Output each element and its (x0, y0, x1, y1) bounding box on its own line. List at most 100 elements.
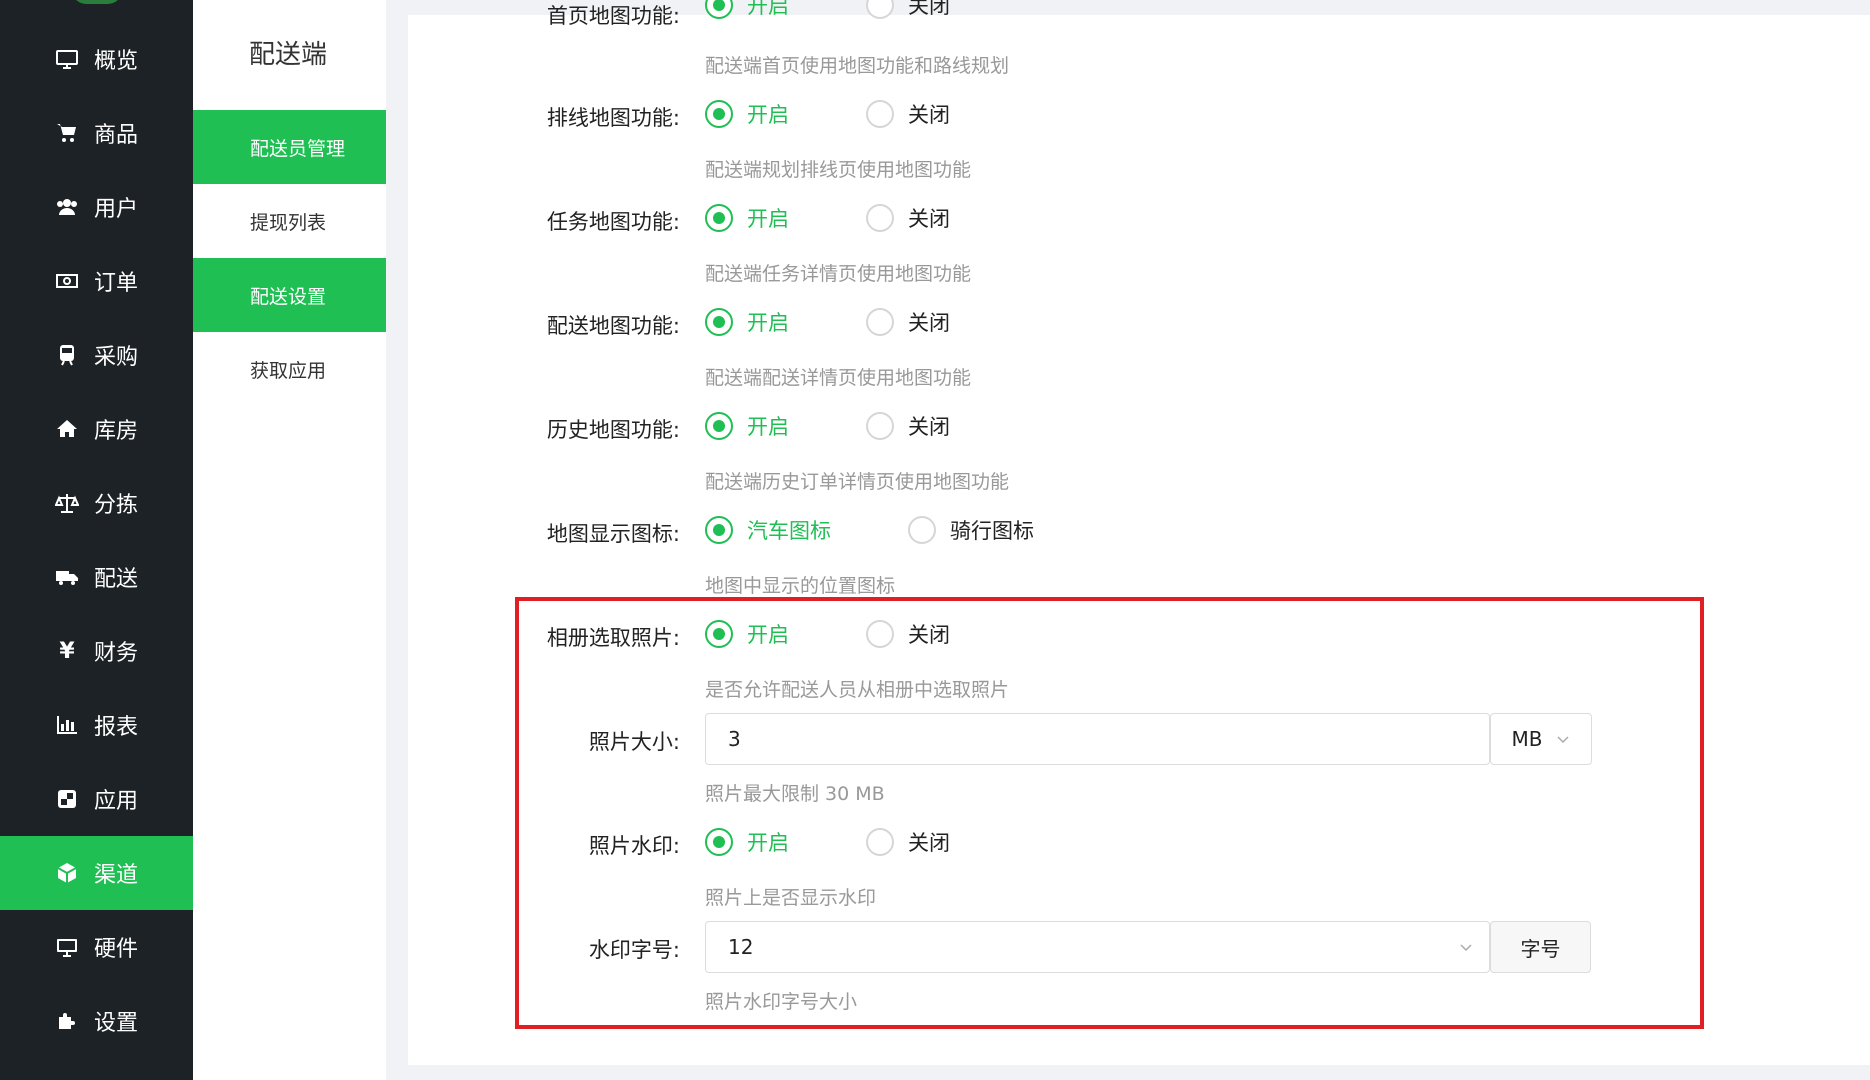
radio-circle (866, 412, 894, 440)
radio-label: 开启 (747, 623, 789, 647)
money-icon (54, 268, 80, 294)
radio-task-map-on[interactable]: 开启 (705, 203, 789, 233)
cube-icon (54, 860, 80, 886)
hint-text: 地图中显示的位置图标 (705, 575, 896, 597)
subnav-item-withdrawal-list[interactable]: 提现列表 (193, 184, 386, 258)
sidebar-item-apps[interactable]: 应用 (0, 762, 193, 836)
radio-circle (866, 828, 894, 856)
font-size-select[interactable]: 12 (705, 921, 1490, 973)
font-size-addon: 字号 (1490, 921, 1591, 973)
radio-circle (866, 0, 894, 19)
hint-text: 照片最大限制 30 MB (705, 783, 885, 805)
sidebar-item-settings[interactable]: 设置 (0, 984, 193, 1058)
scale-icon (54, 490, 80, 516)
form-label-photo-size: 照片大小: (588, 730, 680, 754)
radio-label: 汽车图标 (747, 519, 831, 543)
radio-car-icon[interactable]: 汽车图标 (705, 515, 831, 545)
sidebar-item-reports[interactable]: 报表 (0, 688, 193, 762)
radio-watermark-on[interactable]: 开启 (705, 827, 789, 857)
radio-circle (705, 100, 733, 128)
yen-icon: ¥ (59, 638, 75, 664)
form-label-font-size: 水印字号: (588, 938, 680, 962)
radio-delivery-map-off[interactable]: 关闭 (866, 307, 950, 337)
radio-circle (705, 204, 733, 232)
radio-bike-icon[interactable]: 骑行图标 (908, 515, 1034, 545)
sidebar-item-purchase[interactable]: 采购 (0, 318, 193, 392)
radio-route-map-on[interactable]: 开启 (705, 99, 789, 129)
radio-label: 关闭 (908, 831, 950, 855)
cart-icon (54, 120, 80, 146)
sidebar-item-label: 商品 (94, 123, 139, 148)
form-label-map-icon: 地图显示图标: (546, 522, 680, 546)
radio-label: 开启 (747, 415, 789, 439)
form-label-delivery-map: 配送地图功能: (546, 314, 680, 338)
subnav-item-get-app[interactable]: 获取应用 (193, 332, 386, 406)
desktop-icon (54, 934, 80, 960)
photo-size-input[interactable]: 3 (705, 713, 1490, 765)
radio-history-map-on[interactable]: 开启 (705, 411, 789, 441)
chevron-down-icon (1557, 736, 1570, 744)
radio-circle (866, 100, 894, 128)
bar-chart-icon (54, 712, 80, 738)
radio-home-map-off[interactable]: 关闭 (866, 0, 950, 20)
form-label-history-map: 历史地图功能: (546, 418, 680, 442)
puzzle-icon (54, 1008, 80, 1034)
radio-task-map-off[interactable]: 关闭 (866, 203, 950, 233)
sidebar-item-label: 概览 (94, 49, 139, 74)
radio-history-map-off[interactable]: 关闭 (866, 411, 950, 441)
sidebar-item-label: 渠道 (94, 863, 139, 888)
radio-label: 关闭 (908, 415, 950, 439)
radio-circle (705, 0, 733, 19)
radio-delivery-map-on[interactable]: 开启 (705, 307, 789, 337)
sidebar-item-products[interactable]: 商品 (0, 96, 193, 170)
radio-circle (866, 204, 894, 232)
radio-home-map-on[interactable]: 开启 (705, 0, 789, 20)
sidebar-item-hardware[interactable]: 硬件 (0, 910, 193, 984)
logo (72, 0, 122, 4)
truck-icon (54, 564, 80, 590)
radio-label: 关闭 (908, 311, 950, 335)
unit-select-value: MB (1511, 727, 1543, 751)
sidebar-item-orders[interactable]: 订单 (0, 244, 193, 318)
radio-route-map-off[interactable]: 关闭 (866, 99, 950, 129)
radio-album-off[interactable]: 关闭 (866, 619, 950, 649)
hint-text: 配送端规划排线页使用地图功能 (705, 159, 972, 181)
hint-text: 配送端历史订单详情页使用地图功能 (705, 471, 1010, 493)
radio-circle (705, 516, 733, 544)
hint-text: 配送端配送详情页使用地图功能 (705, 367, 972, 389)
font-size-value: 12 (728, 935, 754, 959)
sidebar-item-overview[interactable]: 概览 (0, 22, 193, 96)
sidebar-item-warehouse[interactable]: 库房 (0, 392, 193, 466)
radio-circle (908, 516, 936, 544)
radio-watermark-off[interactable]: 关闭 (866, 827, 950, 857)
secondary-sidebar: 配送端 配送员管理 提现列表 配送设置 获取应用 (193, 0, 386, 1080)
sidebar-item-channel[interactable]: 渠道 (0, 836, 193, 910)
radio-label: 开启 (747, 311, 789, 335)
hint-text: 照片水印字号大小 (705, 991, 858, 1013)
monitor-icon (54, 46, 80, 72)
radio-label: 开启 (747, 0, 789, 18)
radio-circle (866, 308, 894, 336)
section-title: 配送端 (249, 40, 328, 70)
train-icon (54, 342, 80, 368)
sidebar-item-users[interactable]: 用户 (0, 170, 193, 244)
subnav-item-delivery-settings[interactable]: 配送设置 (193, 258, 386, 332)
form-label-task-map: 任务地图功能: (546, 210, 680, 234)
subnav-item-courier-management[interactable]: 配送员管理 (193, 110, 386, 184)
radio-label: 关闭 (908, 207, 950, 231)
hint-text: 是否允许配送人员从相册中选取照片 (705, 679, 1010, 701)
radio-album-on[interactable]: 开启 (705, 619, 789, 649)
unit-select[interactable]: MB (1490, 713, 1592, 765)
sidebar-item-delivery[interactable]: 配送 (0, 540, 193, 614)
app-icon (54, 786, 80, 812)
sidebar-item-label: 采购 (94, 345, 139, 370)
sidebar-item-label: 硬件 (94, 937, 139, 962)
radio-label: 关闭 (908, 103, 950, 127)
sidebar-item-sorting[interactable]: 分拣 (0, 466, 193, 540)
sidebar-item-finance[interactable]: ¥ 财务 (0, 614, 193, 688)
radio-circle (705, 412, 733, 440)
radio-label: 开启 (747, 831, 789, 855)
form-label-watermark: 照片水印: (588, 834, 680, 858)
sidebar-item-label: 配送 (94, 567, 139, 592)
radio-circle (705, 308, 733, 336)
